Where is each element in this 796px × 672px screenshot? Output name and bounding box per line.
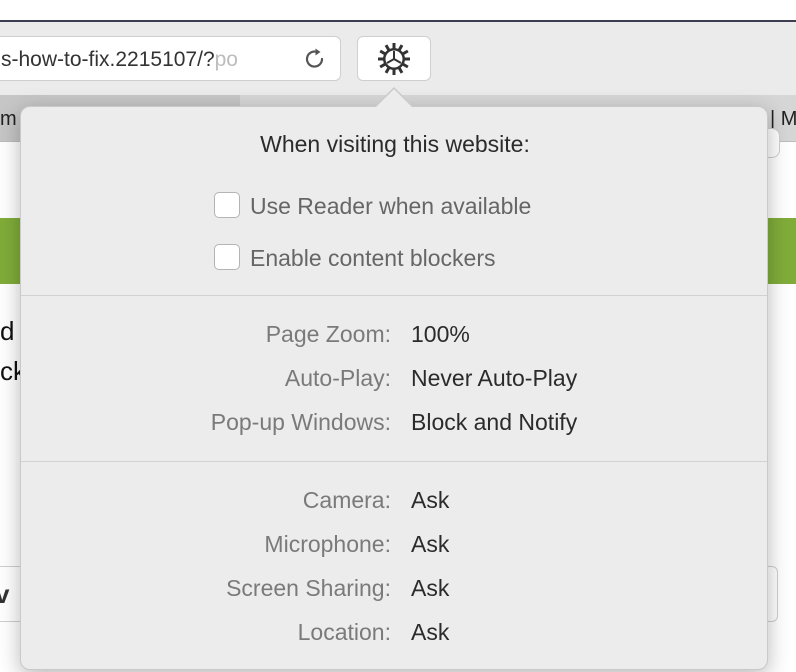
camera-label: Camera: xyxy=(302,487,391,513)
popover-arrow-fill xyxy=(375,89,413,108)
page-zoom-label: Page Zoom: xyxy=(265,321,391,347)
popup-windows-row: Pop-up Windows: Block and Notify xyxy=(21,409,767,439)
divider xyxy=(21,461,767,462)
website-settings-button[interactable] xyxy=(357,36,431,81)
divider xyxy=(21,295,767,296)
browser-toolbar: s-how-to-fix.2215107/?po xyxy=(0,22,796,95)
camera-row: Camera: Ask xyxy=(21,487,767,517)
address-bar[interactable]: s-how-to-fix.2215107/?po xyxy=(0,36,341,81)
screen-sharing-label: Screen Sharing: xyxy=(226,575,391,601)
popup-windows-label: Pop-up Windows: xyxy=(210,409,391,435)
content-blockers-checkbox[interactable] xyxy=(214,244,240,270)
content-blockers-checkbox-label[interactable]: Enable content blockers xyxy=(250,245,496,272)
page-box-text: v xyxy=(0,579,10,609)
reload-icon[interactable] xyxy=(302,46,328,72)
screen-sharing-popup[interactable]: Ask xyxy=(411,575,449,602)
address-text: s-how-to-fix.2215107/?po xyxy=(1,48,269,72)
microphone-label: Microphone: xyxy=(264,531,391,557)
window-top-strip xyxy=(0,0,796,22)
camera-popup[interactable]: Ask xyxy=(411,487,449,514)
tab-left-label: m xyxy=(0,108,17,130)
location-popup[interactable]: Ask xyxy=(411,619,449,646)
page-zoom-row: Page Zoom: 100% xyxy=(21,321,767,351)
popover-title: When visiting this website: xyxy=(260,131,530,157)
auto-play-row: Auto-Play: Never Auto-Play xyxy=(21,365,767,395)
location-label: Location: xyxy=(297,619,391,645)
reader-checkbox[interactable] xyxy=(214,192,240,218)
microphone-row: Microphone: Ask xyxy=(21,531,767,561)
page-text-line-1: d xyxy=(0,316,15,346)
screen-sharing-row: Screen Sharing: Ask xyxy=(21,575,767,605)
auto-play-popup[interactable]: Never Auto-Play xyxy=(411,365,577,392)
location-row: Location: Ask xyxy=(21,619,767,649)
microphone-popup[interactable]: Ask xyxy=(411,531,449,558)
auto-play-label: Auto-Play: xyxy=(284,365,391,391)
page-zoom-popup[interactable]: 100% xyxy=(411,321,470,348)
url-visible: s-how-to-fix.2215107/? xyxy=(1,48,215,71)
popup-windows-popup[interactable]: Block and Notify xyxy=(411,409,577,436)
url-faded: po xyxy=(214,48,238,71)
reader-checkbox-label[interactable]: Use Reader when available xyxy=(250,193,531,220)
website-settings-popover: When visiting this website: Use Reader w… xyxy=(20,87,768,670)
